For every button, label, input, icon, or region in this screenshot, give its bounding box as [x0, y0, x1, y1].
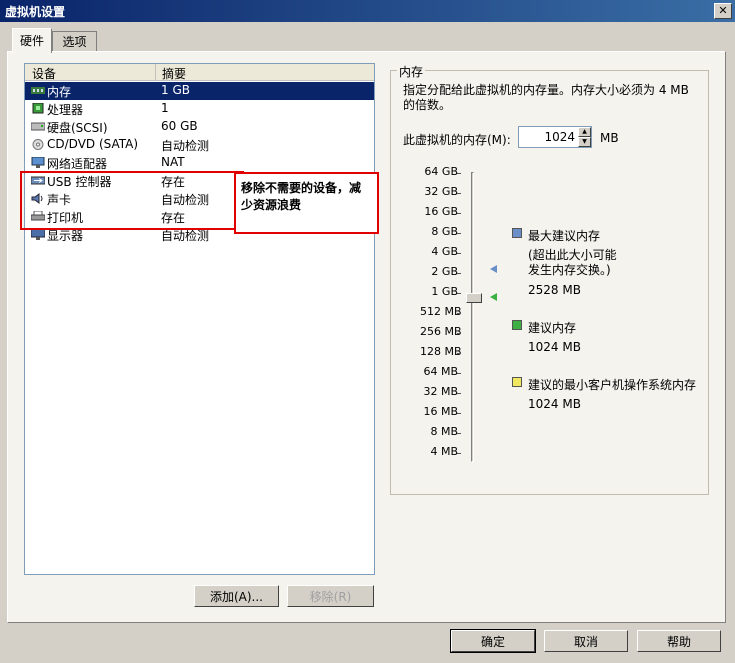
- column-device[interactable]: 设备: [32, 65, 56, 82]
- processor-icon: [31, 102, 45, 114]
- scale-tick-mark: [457, 193, 461, 194]
- memory-group-title: 内存: [397, 63, 426, 80]
- scale-tick-label: 256 MB: [420, 325, 462, 338]
- device-name: 网络适配器: [47, 157, 108, 171]
- memory-icon: [31, 85, 45, 96]
- scale-tick-label: 512 MB: [420, 305, 462, 318]
- recommended-legend-value: 1024 MB: [528, 340, 581, 354]
- max-legend-note: (超出此大小可能发生内存交换。): [528, 248, 617, 277]
- scale-tick-mark: [457, 173, 461, 174]
- device-name: 处理器: [47, 103, 84, 117]
- device-row-network[interactable]: 网络适配器 NAT: [25, 154, 374, 172]
- scale-tick-mark: [457, 273, 461, 274]
- recommended-legend-icon: [512, 320, 522, 330]
- scale-tick-mark: [457, 253, 461, 254]
- scale-tick-mark: [457, 453, 461, 454]
- slider-track[interactable]: [471, 172, 474, 462]
- scale-tick-label: 1 GB: [431, 285, 458, 298]
- max-legend-value: 2528 MB: [528, 283, 581, 297]
- add-button[interactable]: 添加(A)...: [194, 585, 279, 607]
- scale-tick-label: 64 GB: [424, 165, 458, 178]
- scale-tick-mark: [457, 333, 461, 334]
- scale-tick-label: 32 GB: [424, 185, 458, 198]
- memory-input[interactable]: 1024: [523, 130, 575, 144]
- device-list-header: 设备 摘要: [25, 64, 374, 81]
- ok-button[interactable]: 确定: [450, 629, 536, 653]
- recommended-legend-label: 建议内存: [528, 321, 577, 335]
- device-row-memory[interactable]: 内存 1 GB: [25, 82, 374, 100]
- slider-thumb[interactable]: [466, 293, 482, 303]
- device-summary: 1 GB: [161, 83, 190, 97]
- memory-unit: MB: [600, 131, 619, 145]
- close-button[interactable]: ✕: [714, 3, 732, 19]
- cdrom-icon: [31, 139, 45, 150]
- memory-description: 指定分配给此虚拟机的内存量。内存大小必须为 4 MB 的倍数。: [403, 83, 689, 112]
- device-row-processor[interactable]: 处理器 1: [25, 100, 374, 118]
- device-row-cdrom[interactable]: CD/DVD (SATA) 自动检测: [25, 136, 374, 154]
- min-legend-value: 1024 MB: [528, 397, 581, 411]
- scale-tick-label: 8 GB: [431, 225, 458, 238]
- scale-tick-mark: [457, 393, 461, 394]
- network-icon: [31, 156, 45, 168]
- scale-tick-mark: [457, 433, 461, 434]
- device-name: 硬盘(SCSI): [47, 121, 108, 135]
- title-bar: 虚拟机设置 ✕: [0, 0, 735, 22]
- scale-tick-label: 64 MB: [423, 365, 458, 378]
- tab-hardware[interactable]: 硬件: [12, 28, 52, 53]
- memory-spinner[interactable]: 1024 ▲ ▼: [518, 126, 592, 148]
- scale-tick-mark: [457, 293, 461, 294]
- scale-tick-mark: [457, 353, 461, 354]
- memory-field-label: 此虚拟机的内存(M):: [403, 133, 511, 147]
- device-summary: 60 GB: [161, 119, 198, 133]
- spin-down-icon[interactable]: ▼: [578, 137, 591, 147]
- scale-tick-mark: [457, 313, 461, 314]
- help-button[interactable]: 帮助: [637, 630, 721, 652]
- scale-tick-label: 2 GB: [431, 265, 458, 278]
- scale-tick-label: 16 MB: [423, 405, 458, 418]
- scale-tick-label: 8 MB: [430, 425, 458, 438]
- recommended-marker-icon: [490, 293, 497, 301]
- device-list[interactable]: 设备 摘要 内存 1 GB 处理器 1 硬盘(SCSI) 60 GB CD/DV…: [24, 63, 375, 575]
- scale-tick-label: 4 MB: [430, 445, 458, 458]
- tab-hardware-label: 硬件: [19, 34, 44, 48]
- device-summary: NAT: [161, 155, 185, 169]
- min-legend-icon: [512, 377, 522, 387]
- max-legend-icon: [512, 228, 522, 238]
- tab-options[interactable]: 选项: [52, 31, 97, 52]
- device-name: CD/DVD (SATA): [47, 137, 139, 151]
- column-divider: [155, 64, 156, 80]
- scale-tick-label: 16 GB: [424, 205, 458, 218]
- scale-tick-label: 128 MB: [420, 345, 462, 358]
- scale-tick-mark: [457, 213, 461, 214]
- scale-tick-label: 32 MB: [423, 385, 458, 398]
- device-summary: 1: [161, 101, 169, 115]
- max-legend-label: 最大建议内存: [528, 229, 601, 243]
- scale-tick-mark: [457, 233, 461, 234]
- cancel-button[interactable]: 取消: [544, 630, 628, 652]
- device-row-harddisk[interactable]: 硬盘(SCSI) 60 GB: [25, 118, 374, 136]
- window-title: 虚拟机设置: [5, 5, 66, 19]
- spin-up-icon[interactable]: ▲: [578, 127, 591, 137]
- column-summary[interactable]: 摘要: [162, 65, 186, 82]
- display-icon: [30, 228, 46, 240]
- device-summary: 自动检测: [161, 139, 210, 153]
- device-name: 内存: [47, 85, 72, 99]
- annotation-callout: 移除不需要的设备，减少资源浪费: [234, 172, 379, 234]
- tab-options-label: 选项: [62, 35, 87, 49]
- scale-tick-label: 4 GB: [431, 245, 458, 258]
- scale-tick-mark: [457, 413, 461, 414]
- highlight-box: [20, 171, 244, 230]
- remove-button[interactable]: 移除(R): [287, 585, 374, 607]
- harddisk-icon: [30, 121, 46, 132]
- min-legend-label: 建议的最小客户机操作系统内存: [528, 378, 697, 392]
- scale-tick-mark: [457, 373, 461, 374]
- max-marker-icon: [490, 265, 497, 273]
